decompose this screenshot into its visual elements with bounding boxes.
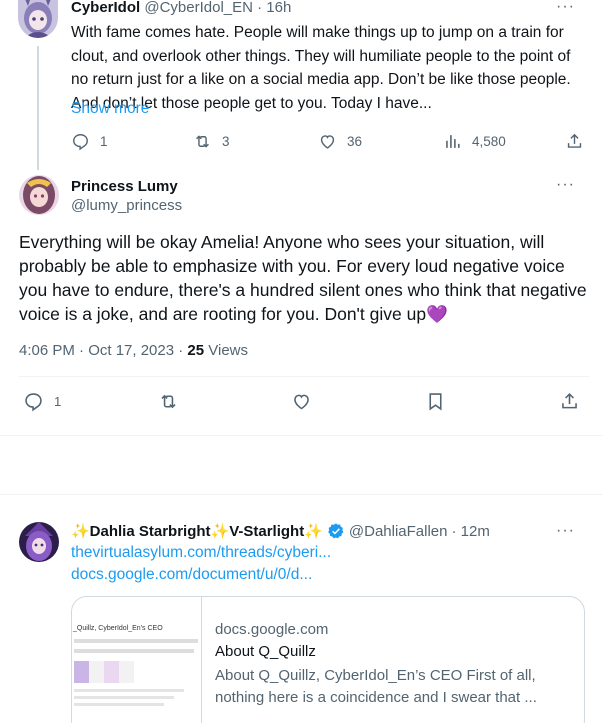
handle[interactable]: @DahliaFallen — [349, 523, 448, 540]
link-preview-thumbnail: _Quillz, CyberIdol_En's CEO — [72, 597, 202, 723]
thumb-lines — [74, 639, 198, 643]
timestamp[interactable]: · 12m — [452, 523, 490, 540]
show-more-link[interactable]: Show more — [71, 100, 149, 118]
link-preview-card[interactable]: _Quillz, CyberIdol_En's CEO docs.google.… — [71, 596, 585, 723]
heart-icon — [320, 135, 335, 149]
more-options-icon[interactable]: ··· — [556, 0, 575, 16]
reply-button[interactable]: 1 — [23, 391, 61, 412]
tweet-header: ✨Dahlia Starbright✨V-Starlight✨ @DahliaF… — [71, 522, 490, 541]
retweet-icon — [196, 135, 209, 148]
like-button[interactable]: 36 — [318, 132, 362, 151]
bookmark-icon — [429, 393, 442, 411]
retweet-button[interactable] — [158, 391, 179, 412]
display-name[interactable]: CyberIdol — [71, 0, 140, 16]
thumb-lines — [74, 696, 174, 699]
avatar[interactable] — [19, 522, 59, 562]
thumb-lines — [74, 649, 194, 653]
handle[interactable]: @CyberIdol_EN — [144, 0, 253, 16]
verified-badge-icon[interactable] — [327, 522, 345, 540]
display-name[interactable]: ✨Dahlia Starbright✨V-Starlight✨ — [71, 522, 323, 540]
views-label: Views — [204, 342, 249, 359]
view-count: 4,580 — [472, 134, 506, 149]
share-button[interactable] — [559, 391, 580, 412]
post-timestamp[interactable]: 4:06 PM · Oct 17, 2023 · — [19, 342, 187, 359]
card-domain: docs.google.com — [215, 621, 329, 638]
asylum-thread-link[interactable]: thevirtualasylum.com/threads/cyberi... — [71, 544, 331, 562]
more-options-icon[interactable]: ··· — [556, 522, 575, 540]
views-count: 25 — [187, 342, 205, 359]
tweet-dahlia-starbright[interactable]: ✨Dahlia Starbright✨V-Starlight✨ @DahliaF… — [0, 510, 603, 723]
retweet-count: 3 — [222, 134, 230, 149]
share-icon — [562, 392, 577, 409]
heart-icon — [294, 394, 309, 410]
section-divider — [0, 494, 603, 495]
analytics-icon — [446, 135, 460, 148]
avatar[interactable] — [18, 0, 58, 38]
thread-line — [37, 46, 39, 170]
tweet-actions: 1 3 36 4,580 — [71, 132, 591, 154]
tweet-cyberidol[interactable]: CyberIdol @CyberIdol_EN · 16h ··· With f… — [0, 0, 603, 170]
google-doc-link[interactable]: docs.google.com/document/u/0/d... — [71, 566, 312, 584]
views-button[interactable]: 4,580 — [443, 132, 506, 151]
card-description: About Q_Quillz, CyberIdol_En’s CEO First… — [215, 667, 537, 706]
tweet-text: Everything will be okay Amelia! Anyone w… — [19, 232, 587, 324]
reply-count: 1 — [54, 394, 62, 409]
like-button[interactable] — [291, 391, 312, 412]
handle[interactable]: @lumy_princess — [71, 197, 182, 214]
reply-button[interactable]: 1 — [71, 132, 108, 151]
tweet-header: CyberIdol @CyberIdol_EN · 16h — [71, 0, 291, 17]
tweet-actions: 1 — [19, 391, 589, 415]
share-icon — [567, 133, 582, 148]
tweet-princess-lumy[interactable]: Princess Lumy @lumy_princess ··· Everyth… — [0, 170, 603, 435]
thumb-title: _Quillz, CyberIdol_En's CEO — [73, 625, 163, 632]
thumb-lines — [74, 703, 164, 706]
reply-icon — [25, 393, 42, 412]
card-title: About Q_Quillz — [215, 643, 316, 660]
share-button[interactable] — [565, 132, 584, 151]
thumb-images — [74, 661, 134, 683]
like-count: 36 — [347, 134, 363, 149]
reply-icon — [73, 134, 88, 151]
bookmark-button[interactable] — [425, 391, 446, 412]
display-name[interactable]: Princess Lumy — [71, 178, 178, 195]
avatar[interactable] — [19, 175, 59, 215]
section-divider — [0, 435, 603, 436]
divider — [19, 376, 589, 377]
tweet-meta: 4:06 PM · Oct 17, 2023 · 25 Views — [19, 342, 248, 359]
thumb-lines — [74, 689, 184, 692]
retweet-button[interactable]: 3 — [193, 132, 230, 151]
timestamp[interactable]: · 16h — [257, 0, 291, 16]
more-options-icon[interactable]: ··· — [556, 176, 575, 194]
retweet-icon — [161, 394, 176, 409]
reply-count: 1 — [100, 134, 108, 149]
